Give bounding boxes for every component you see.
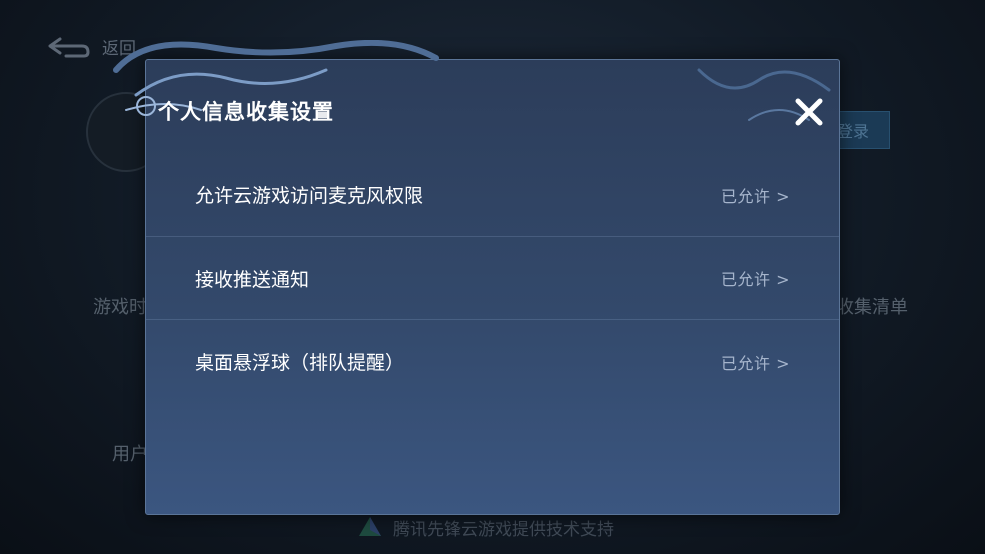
setting-status[interactable]: 已允许 > [721,350,790,374]
setting-label: 允许云游戏访问麦克风权限 [195,185,424,207]
close-button[interactable] [791,94,827,130]
setting-row-floating-ball[interactable]: 桌面悬浮球（排队提醒） 已允许 > [146,320,839,403]
footer: 腾讯先锋云游戏提供技术支持 [355,514,614,540]
back-arrow-icon [48,37,90,57]
privacy-settings-dialog: 个人信息收集设置 允许云游戏访问麦克风权限 已允许 > 接收推送通知 已允许 >… [113,40,840,515]
setting-label: 接收推送通知 [195,268,310,291]
setting-label: 桌面悬浮球（排队提醒） [195,352,405,374]
footer-text: 腾讯先锋云游戏提供技术支持 [393,519,614,540]
setting-row-push-notification[interactable]: 接收推送通知 已允许 > [146,237,839,320]
close-icon [795,98,823,126]
tencent-logo-icon [359,517,381,536]
game-time-label: 游戏时 [93,297,147,318]
login-label: 登录 [836,122,869,141]
setting-row-microphone[interactable]: 允许云游戏访问麦克风权限 已允许 > [146,153,839,237]
back-button[interactable]: 返回 [46,34,136,59]
collect-list-label: 收集清单 [836,297,908,318]
user-label: 用户 [112,444,148,465]
dialog-title: 个人信息收集设置 [158,100,334,124]
setting-status[interactable]: 已允许 > [721,266,790,290]
settings-list: 允许云游戏访问麦克风权限 已允许 > 接收推送通知 已允许 > 桌面悬浮球（排队… [146,153,839,403]
back-label: 返回 [102,39,136,59]
setting-status[interactable]: 已允许 > [721,183,790,207]
